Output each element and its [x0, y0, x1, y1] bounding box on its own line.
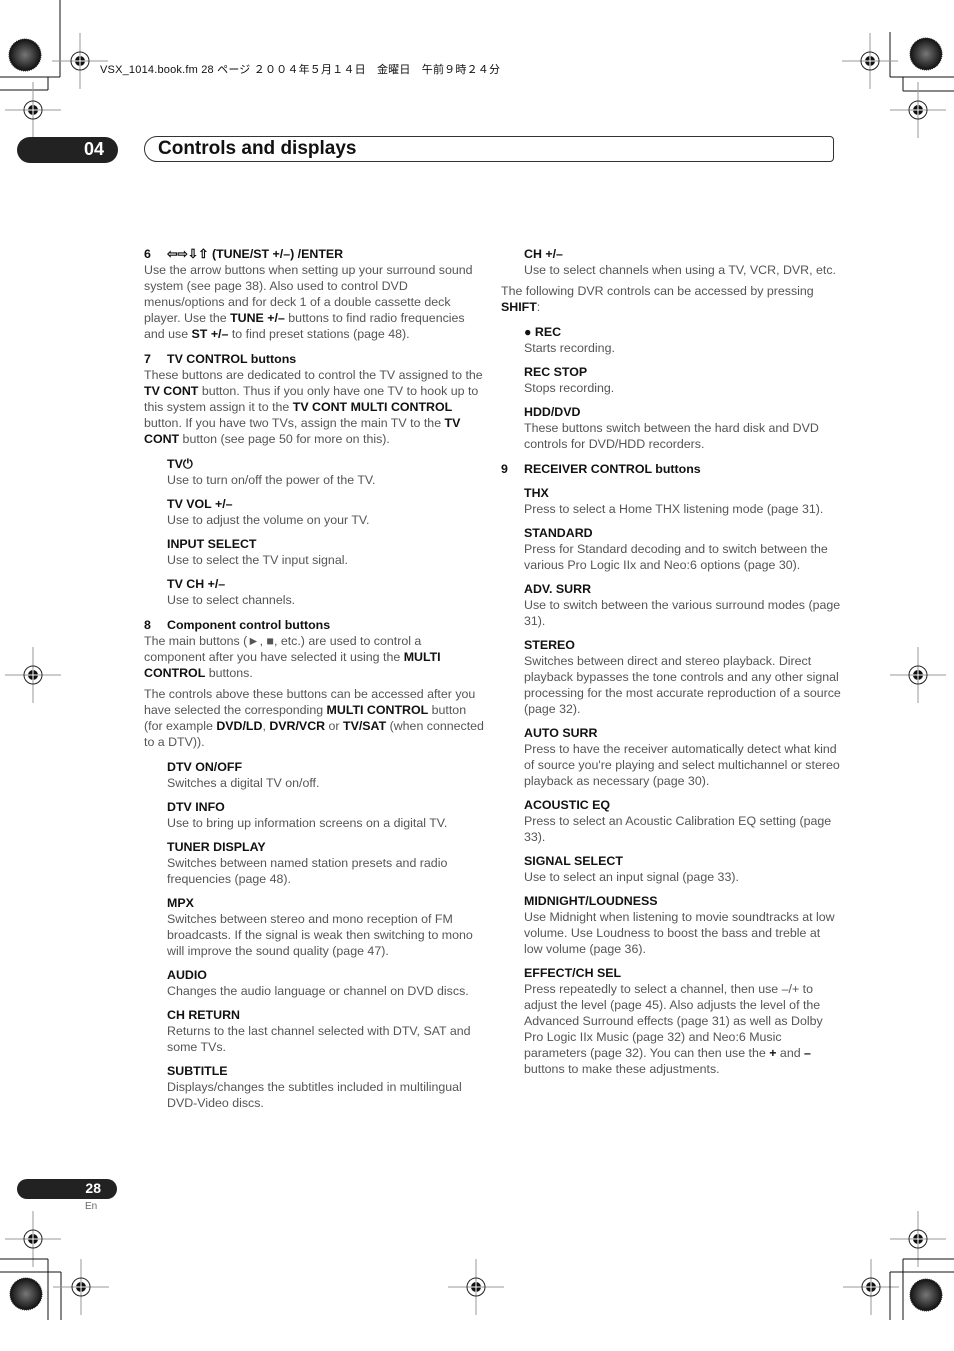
section-body: Use the arrow buttons when setting up yo… [144, 263, 473, 341]
list-item: STANDARD Press for Standard decoding and … [524, 526, 828, 572]
page-title: Controls and displays [158, 138, 357, 159]
section-heading: 9 RECEIVER CONTROL buttons [501, 462, 701, 476]
section-8: 8 Component control buttons The main butt… [144, 617, 484, 1111]
left-column: 6 ⇦⇨⇩⇧ (TUNE/ST +/–) /ENTER Use the arrow… [144, 246, 484, 1117]
list-item: MPX Switches between stereo and mono rece… [167, 896, 473, 958]
section-9: 9 RECEIVER CONTROL buttons THX Press to se… [501, 461, 841, 1077]
list-item: SUBTITLE Displays/changes the subtitles i… [167, 1064, 462, 1110]
list-item: STEREO Switches between direct and stereo… [524, 638, 841, 716]
list-item: TV CH +/– Use to select channels. [167, 577, 296, 607]
list-item: TUNER DISPLAY Switches between named stat… [167, 840, 448, 886]
page-number: 28 [85, 1180, 101, 1196]
section-body: These buttons are dedicated to control t… [144, 368, 483, 446]
list-item: DTV ON/OFF Switches a digital TV on/off. [167, 760, 320, 790]
list-item: REC STOP Stops recording. [524, 365, 615, 395]
section-heading: 8 Component control buttons [144, 618, 331, 632]
list-item: THX Press to select a Home THX listening … [524, 486, 824, 516]
list-item: ● REC Starts recording. [524, 325, 615, 355]
right-column: CH +/– Use to select channels when using … [501, 246, 841, 1083]
section-body: The main buttons (►, ■, etc.) are used t… [144, 634, 441, 680]
list-item: ACOUSTIC EQ Press to select an Acoustic C… [524, 798, 832, 844]
dvr-intro: The following DVR controls can be access… [501, 284, 814, 314]
chapter-badge: 04 [17, 137, 118, 163]
list-item: CH RETURN Returns to the last channel sel… [167, 1008, 471, 1054]
list-item: EFFECT/CH SEL Press repeatedly to select … [524, 966, 823, 1076]
page-language: En [85, 1201, 98, 1212]
list-item: AUDIO Changes the audio language or chann… [167, 968, 469, 998]
list-item: INPUT SELECT Use to select the TV input s… [167, 537, 348, 567]
list-item: DTV INFO Use to bring up information scre… [167, 800, 448, 830]
list-item: MIDNIGHT/LOUDNESS Use Midnight when liste… [524, 894, 835, 956]
print-header: VSX_1014.book.fm 28 ページ ２００４年５月１４日 金曜日 午… [100, 64, 501, 76]
section-6: 6 ⇦⇨⇩⇧ (TUNE/ST +/–) /ENTER Use the arrow… [144, 246, 484, 342]
chapter-number: 04 [83, 139, 104, 159]
section-body: The controls above these buttons can be … [144, 687, 484, 749]
list-item: TV VOL +/– Use to adjust the volume on yo… [167, 497, 370, 527]
list-item: AUTO SURR Press to have the receiver auto… [524, 726, 840, 788]
chapter-title-bar: Controls and displays [144, 136, 834, 162]
section-7: 7 TV CONTROL buttons These buttons are de… [144, 351, 484, 608]
section-heading: 6 ⇦⇨⇩⇧ (TUNE/ST +/–) /ENTER [144, 247, 344, 261]
list-item: ADV. SURR Use to switch between the vario… [524, 582, 841, 628]
list-item: TV⏻ Use to turn on/off the power of the T… [167, 457, 376, 487]
section-heading: 7 TV CONTROL buttons [144, 352, 297, 366]
page-number-badge: 28 [17, 1179, 117, 1199]
list-item: HDD/DVD These buttons switch between the … [524, 405, 819, 451]
list-item: SIGNAL SELECT Use to select an input sign… [524, 854, 739, 884]
list-item: CH +/– Use to select channels when using … [524, 247, 836, 277]
